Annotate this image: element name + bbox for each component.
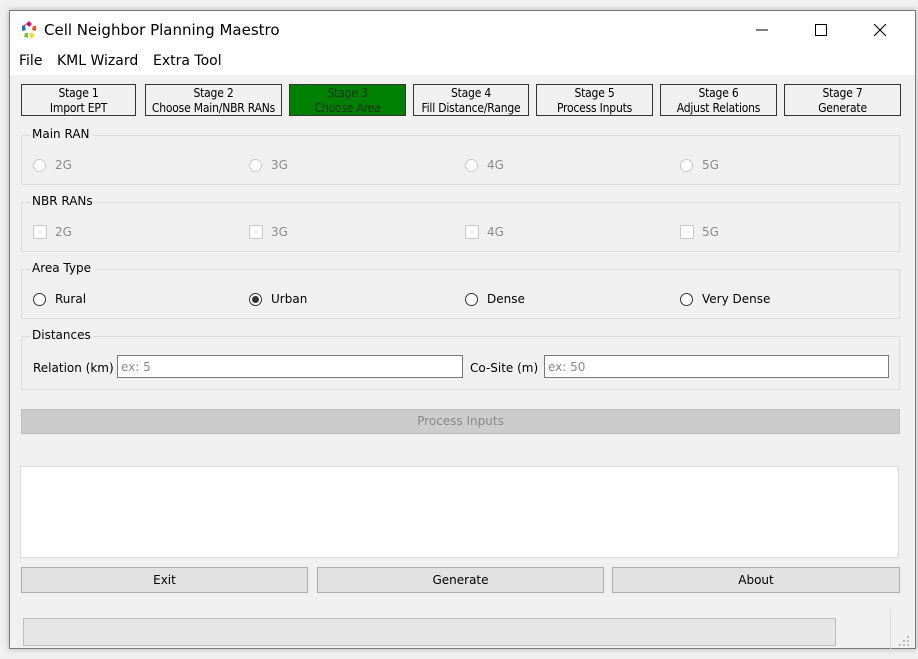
exit-button[interactable]: Exit: [21, 567, 308, 593]
radio-circle-icon: [680, 292, 693, 306]
generate-button[interactable]: Generate: [317, 567, 604, 593]
nbr-ran-3g-checkbox[interactable]: 3G: [249, 225, 288, 239]
area-urban-radio[interactable]: Urban: [249, 292, 307, 306]
nbr-ran-4g-checkbox[interactable]: 4G: [465, 225, 504, 239]
checkbox-icon: [680, 225, 694, 239]
output-log[interactable]: [20, 466, 899, 558]
nbr-rans-title: NBR RANs: [30, 194, 96, 208]
area-dense-radio[interactable]: Dense: [465, 292, 525, 306]
checkbox-icon: [249, 225, 263, 239]
stage-2-button[interactable]: Stage 2 Choose Main/NBR RANs: [145, 84, 282, 116]
about-button[interactable]: About: [612, 567, 900, 593]
checkbox-icon: [33, 225, 47, 239]
stage-7-number: Stage 7: [822, 86, 863, 100]
stage-1-button[interactable]: Stage 1 Import EPT: [21, 84, 136, 116]
stage-1-number: Stage 1: [58, 86, 99, 100]
distances-title: Distances: [30, 328, 94, 342]
minimize-button[interactable]: [733, 11, 791, 49]
radio-circle-icon: [680, 158, 693, 172]
stage-4-number: Stage 4: [450, 86, 492, 100]
stage-1-label: Import EPT: [49, 101, 108, 115]
main-ran-group: Main RAN 2G 3G 4G 5G: [21, 127, 900, 185]
radio-circle-icon: [33, 292, 46, 306]
minimize-icon: [756, 29, 768, 31]
stage-6-label: Adjust Relations: [676, 101, 761, 115]
stage-5-button[interactable]: Stage 5 Process Inputs: [536, 84, 653, 116]
distances-group: Distances Relation (km) Co-Site (m): [21, 328, 900, 390]
area-very-dense-radio[interactable]: Very Dense: [680, 292, 770, 306]
stage-4-button[interactable]: Stage 4 Fill Distance/Range: [413, 84, 529, 116]
title-bar: Cell Neighbor Planning Maestro: [10, 11, 915, 49]
stage-5-label: Process Inputs: [556, 101, 633, 115]
main-ran-3g-radio[interactable]: 3G: [249, 158, 288, 172]
progress-bar: [23, 618, 836, 646]
stage-6-button[interactable]: Stage 6 Adjust Relations: [660, 84, 777, 116]
cosite-m-input[interactable]: [544, 355, 889, 378]
stage-3-button[interactable]: Stage 3 Choose Area: [289, 84, 406, 116]
main-content: Stage 1 Import EPT Stage 2 Choose Main/N…: [10, 75, 915, 651]
area-rural-radio[interactable]: Rural: [33, 292, 86, 306]
radio-selected-icon: [249, 292, 262, 306]
close-button[interactable]: [851, 11, 909, 49]
stage-7-button[interactable]: Stage 7 Generate: [784, 84, 901, 116]
radio-circle-icon: [249, 158, 262, 172]
app-window: Cell Neighbor Planning Maestro File KML …: [9, 10, 916, 651]
radio-circle-icon: [465, 158, 478, 172]
status-separator: [890, 609, 891, 651]
relation-km-input[interactable]: [117, 355, 463, 378]
main-ran-title: Main RAN: [30, 127, 93, 141]
maximize-button[interactable]: [792, 11, 850, 49]
main-ran-5g-radio[interactable]: 5G: [680, 158, 719, 172]
radio-circle-icon: [465, 292, 478, 306]
window-title: Cell Neighbor Planning Maestro: [44, 21, 280, 39]
stage-3-label: Choose Area: [314, 101, 381, 115]
main-ran-4g-radio[interactable]: 4G: [465, 158, 504, 172]
menu-file[interactable]: File: [19, 53, 42, 69]
menu-kml-wizard[interactable]: KML Wizard: [57, 53, 138, 69]
stage-5-number: Stage 5: [574, 86, 615, 100]
stage-2-number: Stage 2: [193, 86, 234, 100]
stage-4-label: Fill Distance/Range: [421, 101, 521, 115]
stage-6-number: Stage 6: [698, 86, 739, 100]
cosite-label: Co-Site (m): [470, 361, 539, 375]
process-inputs-button[interactable]: Process Inputs: [21, 409, 900, 434]
maximize-icon: [815, 24, 827, 36]
menu-extra-tool[interactable]: Extra Tool: [153, 53, 222, 69]
stage-7-label: Generate: [818, 101, 867, 115]
close-icon: [874, 24, 886, 36]
nbr-rans-group: NBR RANs 2G 3G 4G 5G: [21, 194, 900, 252]
main-ran-2g-radio[interactable]: 2G: [33, 158, 72, 172]
nbr-ran-2g-checkbox[interactable]: 2G: [33, 225, 72, 239]
menu-bar: File KML Wizard Extra Tool: [10, 49, 915, 75]
resize-grip-icon[interactable]: [898, 635, 910, 647]
nbr-ran-5g-checkbox[interactable]: 5G: [680, 225, 719, 239]
stage-2-label: Choose Main/NBR RANs: [151, 101, 276, 115]
relation-label: Relation (km): [33, 361, 114, 375]
radio-circle-icon: [33, 158, 46, 172]
area-type-group: Area Type Rural Urban Dense Very Dense: [21, 261, 900, 319]
app-logo-icon: [22, 21, 36, 38]
stage-3-number: Stage 3: [327, 86, 368, 100]
checkbox-icon: [465, 225, 479, 239]
area-type-title: Area Type: [30, 261, 94, 275]
